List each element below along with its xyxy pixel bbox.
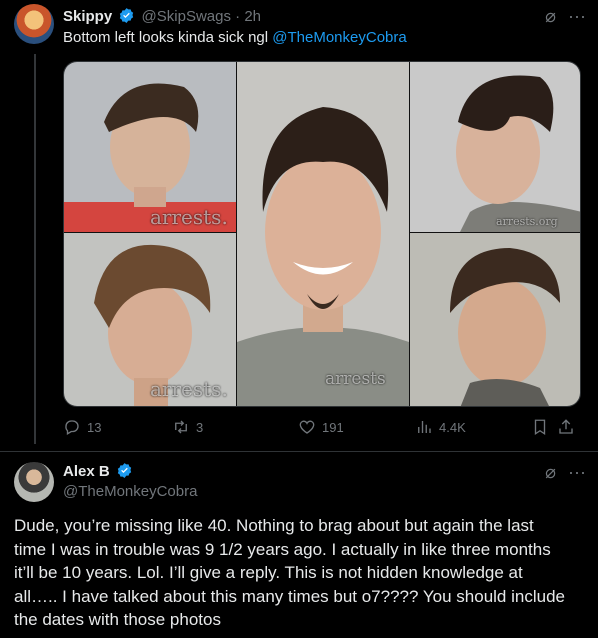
tweet1-text: Bottom left looks kinda sick ngl @TheMon…	[63, 29, 407, 46]
tweet2-text: Dude, you’re missing like 40. Nothing to…	[14, 514, 584, 632]
repost-count: 3	[196, 419, 204, 435]
reply-button[interactable]: 13	[63, 418, 101, 436]
thread-line	[34, 54, 36, 444]
photo-bottom-right[interactable]	[410, 233, 580, 406]
author-name[interactable]: Alex B	[63, 463, 110, 480]
tweet-skippy[interactable]: Skippy @SkipSwags · 2h ⌀ ··· Bottom left …	[0, 0, 598, 455]
grok-icon[interactable]: ⌀	[545, 462, 556, 482]
tweet2-line: Dude, you’re missing like 40. Nothing to…	[14, 516, 534, 535]
photo-top-right[interactable]: arrests.org	[410, 62, 580, 232]
bookmark-icon	[534, 419, 546, 436]
tweet2-line: time I was in trouble was 9 1/2 years ag…	[14, 539, 551, 559]
avatar-alexb[interactable]	[14, 462, 54, 502]
views-count: 4.4K	[439, 419, 466, 435]
like-icon	[299, 420, 315, 434]
photo-collage[interactable]: arrests. arrests arrests.org arrests.	[63, 61, 581, 407]
tweet2-line: the dates with those photos	[14, 610, 221, 629]
photo-top-left[interactable]: arrests.	[64, 62, 236, 232]
avatar-skippy[interactable]	[14, 4, 54, 44]
bookmark-button[interactable]	[531, 418, 549, 436]
mugshot-image	[410, 233, 580, 406]
watermark: arrests	[325, 369, 386, 389]
tweet1-header: Skippy @SkipSwags · 2h	[63, 7, 261, 25]
author-name[interactable]: Skippy	[63, 8, 112, 25]
tweet2-header: Alex B	[63, 462, 135, 480]
tweet2-line: it’ll be 10 years. Lol. I’ll give a repl…	[14, 563, 523, 582]
mugshot-image	[410, 62, 580, 232]
more-icon[interactable]: ···	[568, 462, 586, 482]
reply-count: 13	[87, 419, 102, 435]
watermark: arrests.org	[496, 215, 558, 228]
separator-dot: ·	[235, 8, 241, 25]
tweet1-text-body: Bottom left looks kinda sick ngl	[63, 29, 273, 46]
watermark: arrests.	[150, 205, 228, 229]
share-icon	[559, 419, 573, 434]
timestamp[interactable]: 2h	[244, 8, 261, 25]
views-icon	[418, 421, 431, 433]
tweet-alexb[interactable]: Alex B @TheMonkeyCobra ⌀ ··· Dude, you’re…	[0, 452, 598, 638]
views-button[interactable]: 4.4K	[415, 418, 466, 436]
verified-badge-icon	[120, 8, 134, 23]
watermark: arrests.	[150, 377, 228, 401]
like-count: 191	[322, 419, 344, 435]
author-handle[interactable]: @SkipSwags	[142, 8, 231, 25]
photo-bottom-left[interactable]: arrests.	[64, 233, 236, 406]
like-button[interactable]: 191	[298, 418, 344, 436]
photo-center[interactable]: arrests	[237, 62, 409, 406]
mugshot-image	[237, 62, 409, 406]
repost-icon	[175, 420, 187, 434]
share-button[interactable]	[557, 418, 575, 436]
verified-badge-icon	[117, 463, 132, 478]
tweet1-top-actions: ⌀ ···	[533, 6, 586, 27]
mention-link[interactable]: @TheMonkeyCobra	[272, 29, 406, 46]
tweet2-line: all….. I have talked about this many tim…	[14, 586, 565, 606]
reply-icon	[65, 420, 79, 435]
more-icon[interactable]: ···	[568, 6, 586, 26]
tweet1-action-bar: 13 3 191 4.4K	[63, 418, 581, 440]
repost-button[interactable]: 3	[172, 418, 203, 436]
tweet2-top-actions: ⌀ ···	[533, 462, 586, 483]
author-handle[interactable]: @TheMonkeyCobra	[63, 483, 197, 500]
grok-icon[interactable]: ⌀	[545, 6, 556, 26]
